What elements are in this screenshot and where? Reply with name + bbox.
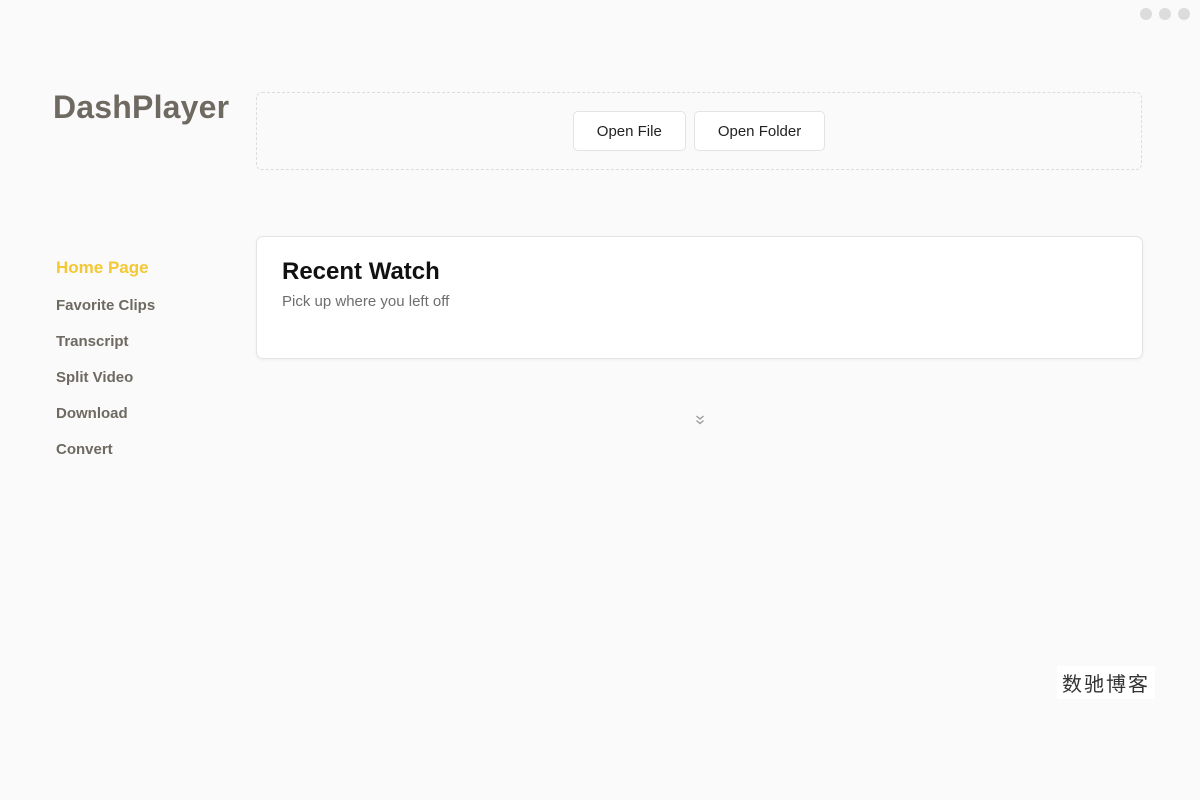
maximize-icon[interactable]: [1159, 8, 1171, 20]
sidebar-item-split-video[interactable]: Split Video: [56, 366, 236, 402]
file-drop-zone[interactable]: Open File Open Folder: [256, 92, 1142, 170]
window-controls: [1140, 8, 1190, 20]
app-title: DashPlayer: [53, 89, 230, 125]
close-icon[interactable]: [1178, 8, 1190, 20]
sidebar-item-favorite-clips[interactable]: Favorite Clips: [56, 294, 236, 330]
sidebar-item-download[interactable]: Download: [56, 402, 236, 438]
chevrons-down-icon[interactable]: [692, 412, 708, 428]
recent-watch-card: Recent Watch Pick up where you left off: [256, 236, 1143, 359]
sidebar-nav: Home Page Favorite Clips Transcript Spli…: [56, 256, 236, 474]
watermark: 数驰博客: [1057, 666, 1155, 699]
open-file-button[interactable]: Open File: [572, 111, 686, 151]
sidebar-item-convert[interactable]: Convert: [56, 438, 236, 474]
recent-watch-subtitle: Pick up where you left off: [282, 293, 450, 310]
sidebar-item-transcript[interactable]: Transcript: [56, 330, 236, 366]
minimize-icon[interactable]: [1140, 8, 1152, 20]
sidebar-item-home-page[interactable]: Home Page: [56, 256, 236, 294]
recent-watch-title: Recent Watch: [282, 258, 440, 285]
open-folder-button[interactable]: Open Folder: [693, 111, 826, 151]
